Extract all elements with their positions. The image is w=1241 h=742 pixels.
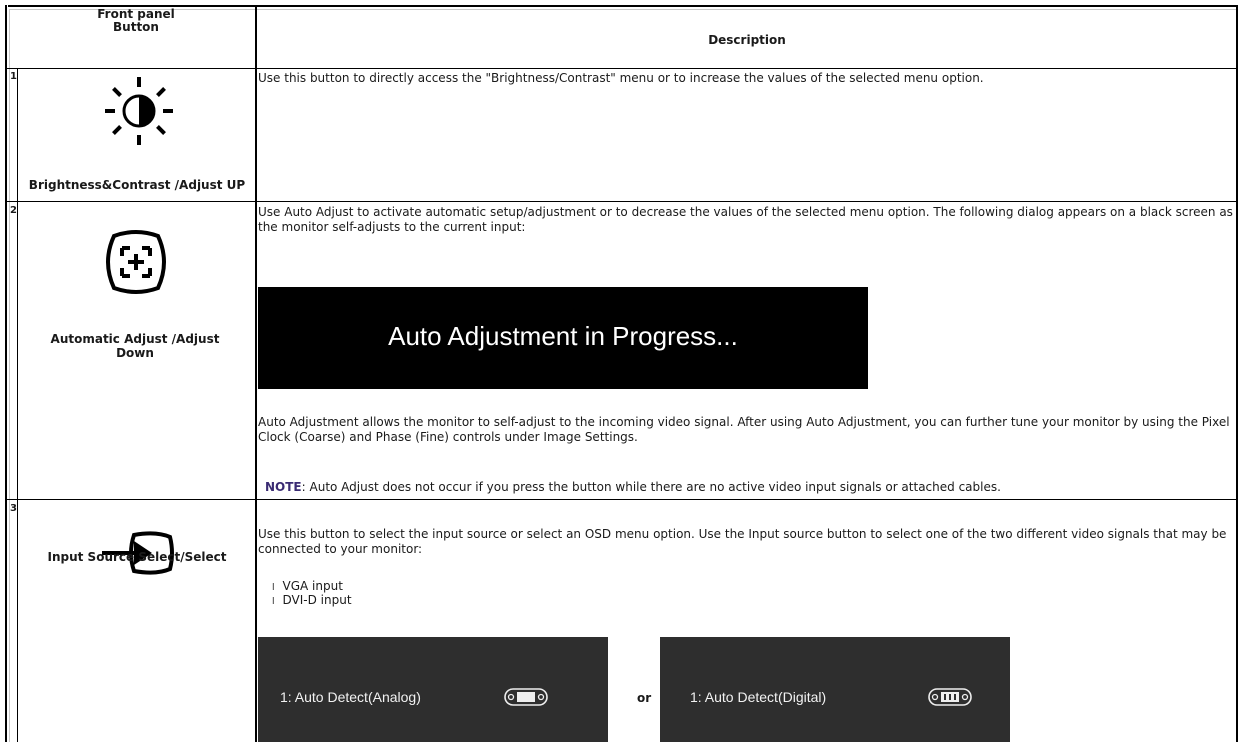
row-number: 1: [10, 71, 17, 82]
note-text: : Auto Adjust does not occur if you pres…: [301, 480, 1001, 494]
osd-or: or: [637, 691, 652, 705]
auto-adjust-dialog-text: Auto Adjustment in Progress...: [388, 321, 738, 351]
label-input-source: Input Source Select/Select: [47, 550, 227, 564]
header-description: Description: [708, 33, 786, 47]
note-label: NOTE: [265, 480, 302, 494]
brightness-contrast-icon: [105, 77, 173, 145]
label-automatic-adjust: Automatic Adjust /Adjust Down: [50, 332, 220, 360]
dvi-connector-icon: [928, 688, 972, 706]
vga-connector-icon: [504, 688, 548, 706]
row-number: 3: [10, 503, 17, 514]
osd-analog-panel: 1: Auto Detect(Analog): [258, 637, 608, 742]
osd-digital-panel: 1: Auto Detect(Digital): [660, 637, 1010, 742]
row-number: 2: [10, 205, 17, 216]
bullet-dvi: l DVI-D input: [272, 593, 352, 607]
row2-description-2: Auto Adjustment allows the monitor to se…: [258, 415, 1230, 444]
header-front-panel: Front panel Button: [97, 7, 175, 34]
row3-description: Use this button to select the input sour…: [258, 527, 1227, 556]
osd-digital-text: 1: Auto Detect(Digital): [690, 689, 827, 705]
label-brightness-contrast: Brightness&Contrast /Adjust UP: [28, 178, 246, 192]
row1-description: Use this button to directly access the "…: [258, 71, 984, 85]
row2-description: Use Auto Adjust to activate automatic se…: [258, 205, 1233, 234]
row2-note: NOTE: Auto Adjust does not occur if you …: [265, 480, 1235, 495]
auto-adjust-icon: [106, 230, 166, 294]
osd-analog-text: 1: Auto Detect(Analog): [280, 689, 421, 705]
auto-adjust-dialog: Auto Adjustment in Progress...: [258, 287, 868, 389]
